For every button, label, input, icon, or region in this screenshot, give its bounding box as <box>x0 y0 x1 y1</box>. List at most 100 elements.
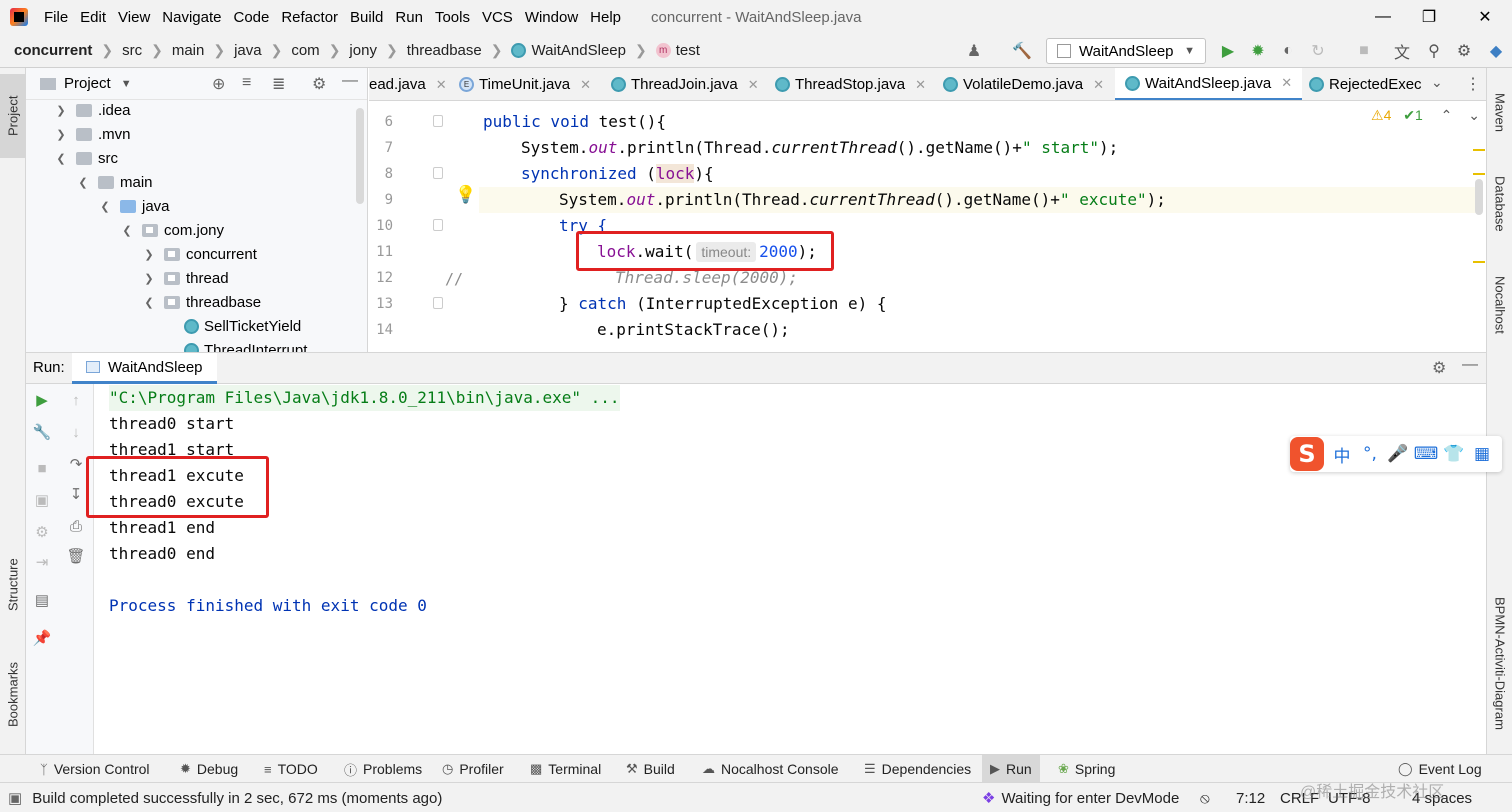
tool-spring[interactable]: ❀ Spring <box>1058 755 1115 783</box>
arrow-down-icon[interactable]: ↓ <box>66 422 86 442</box>
menu-vcs[interactable]: VCS <box>476 9 519 26</box>
close-tab-icon[interactable]: ✕ <box>436 77 447 93</box>
database-tool-tab[interactable]: Database <box>1487 164 1512 244</box>
tree-item-sellticketyield[interactable]: SellTicketYield <box>26 314 301 338</box>
skin-icon[interactable]: 👕 <box>1440 444 1468 464</box>
expand-all-icon[interactable]: ≡ <box>242 74 251 92</box>
breadcrumb-project[interactable]: concurrent <box>14 42 92 59</box>
tool-terminal[interactable]: ▩ Terminal <box>530 755 601 783</box>
keyboard-icon[interactable]: ⌨ <box>1412 444 1440 464</box>
inspection-widget[interactable]: ⚠4 ✔1 ⌃ ⌄ <box>1371 107 1480 124</box>
menu-navigate[interactable]: Navigate <box>156 9 227 26</box>
microphone-icon[interactable]: 🎤 <box>1384 444 1412 464</box>
fold-icon[interactable] <box>433 115 443 127</box>
menu-help[interactable]: Help <box>584 9 627 26</box>
menu-build[interactable]: Build <box>344 9 389 26</box>
stop-icon[interactable]: ■ <box>32 458 52 478</box>
project-scrollbar[interactable] <box>356 108 364 204</box>
tab-threadstop[interactable]: ThreadStop.java ✕ <box>775 68 926 100</box>
profile-icon[interactable]: ↻ <box>1308 41 1328 61</box>
tree-item-com-jony[interactable]: ❮ com.jony <box>26 218 224 242</box>
tab-thread-read[interactable]: ead.java ✕ <box>369 68 447 100</box>
wrench-icon[interactable]: 🔧 <box>32 422 52 442</box>
camera-icon[interactable]: ▣ <box>32 490 52 510</box>
menu-edit[interactable]: Edit <box>74 9 112 26</box>
translate-icon[interactable]: 文 <box>1392 41 1412 62</box>
gear-icon[interactable]: ⚙ <box>1454 41 1474 61</box>
scroll-to-end-icon[interactable]: ↧ <box>66 484 86 504</box>
ime-chinese-toggle[interactable]: 中 <box>1328 442 1356 467</box>
status-message[interactable]: ▣ Build completed successfully in 2 sec, … <box>8 783 442 812</box>
hide-panel-icon[interactable]: — <box>342 72 358 90</box>
soft-wrap-icon[interactable]: ↷ <box>66 454 86 474</box>
breadcrumb-com[interactable]: com <box>291 42 319 59</box>
close-tab-icon[interactable]: ✕ <box>748 77 759 93</box>
chevron-up-icon[interactable]: ⌃ <box>1441 107 1453 123</box>
error-stripe-mark[interactable] <box>1473 261 1485 263</box>
tree-item-java[interactable]: ❮ java <box>26 194 169 218</box>
locate-icon[interactable]: ⊕ <box>212 74 225 94</box>
tool-build[interactable]: ⚒ Build <box>626 755 675 783</box>
more-options-icon[interactable]: ⋮ <box>1465 74 1481 94</box>
tab-waitandsleep[interactable]: WaitAndSleep.java ✕ <box>1115 68 1303 100</box>
collapse-all-icon[interactable]: ≣ <box>272 74 285 94</box>
debug-icon[interactable]: ✹ <box>1248 41 1268 61</box>
menu-tools[interactable]: Tools <box>429 9 476 26</box>
caret-position[interactable]: 7:12 <box>1236 783 1265 812</box>
nocalhost-tool-tab[interactable]: Nocalhost <box>1487 258 1512 352</box>
tree-item-idea[interactable]: ❯ .idea <box>26 98 130 122</box>
close-tab-icon[interactable]: ✕ <box>1281 75 1292 91</box>
plugin-icon[interactable]: ◆ <box>1486 41 1506 61</box>
devmode-status[interactable]: ❖ Waiting for enter DevMode <box>982 783 1179 812</box>
fold-icon[interactable] <box>433 297 443 309</box>
tree-item-main[interactable]: ❮ main <box>26 170 152 194</box>
hammer-build-icon[interactable]: 🔨 <box>1012 41 1032 61</box>
tool-run[interactable]: ▶ Run <box>982 755 1040 783</box>
project-tool-tab[interactable]: Project <box>0 74 26 158</box>
breadcrumb-class[interactable]: WaitAndSleep <box>511 42 626 59</box>
breadcrumb-main[interactable]: main <box>172 42 205 59</box>
breadcrumb-threadbase[interactable]: threadbase <box>407 42 482 59</box>
ime-punctuation[interactable]: °, <box>1356 444 1384 464</box>
search-icon[interactable]: ⚲ <box>1424 41 1444 61</box>
layout-icon[interactable]: ▤ <box>32 590 52 610</box>
breadcrumb-src[interactable]: src <box>122 42 142 59</box>
chevron-down-icon[interactable]: ▼ <box>121 78 132 90</box>
menu-code[interactable]: Code <box>227 9 275 26</box>
project-panel-title[interactable]: Project <box>64 75 111 92</box>
restore-icon[interactable]: ❐ <box>1404 0 1454 34</box>
breadcrumb-java[interactable]: java <box>234 42 262 59</box>
tool-version-control[interactable]: ᛉ Version Control <box>40 755 150 783</box>
coverage-icon[interactable]: ◐ <box>1278 41 1298 61</box>
tab-rejectedexec[interactable]: RejectedExec <box>1309 68 1422 100</box>
tool-nocalhost-console[interactable]: ☁ Nocalhost Console <box>702 755 839 783</box>
gear-icon[interactable]: ⚙ <box>1432 358 1446 378</box>
run-icon[interactable]: ▶ <box>1218 41 1238 61</box>
code-editor[interactable]: 6 7 8 9 10 11 12 13 14 💡 // public void … <box>369 101 1486 352</box>
tool-dependencies[interactable]: ☰ Dependencies <box>864 755 971 783</box>
tree-item-thread[interactable]: ❯ thread <box>26 266 228 290</box>
close-icon[interactable]: ✕ <box>1460 0 1510 34</box>
tree-item-src[interactable]: ❮ src <box>26 146 118 170</box>
tool-profiler[interactable]: ◷ Profiler <box>442 755 504 783</box>
tree-item-mvn[interactable]: ❯ .mvn <box>26 122 130 146</box>
stop-icon[interactable]: ■ <box>1354 41 1374 61</box>
arrow-up-icon[interactable]: ↑ <box>66 390 86 410</box>
gear-icon[interactable]: ⚙ <box>312 74 326 94</box>
menu-refactor[interactable]: Refactor <box>275 9 344 26</box>
menu-file[interactable]: File <box>38 9 74 26</box>
editor-scrollbar[interactable] <box>1475 179 1483 215</box>
minimize-icon[interactable]: — <box>1358 0 1408 34</box>
lightbulb-icon[interactable]: 💡 <box>455 185 476 205</box>
run-tab-waitandsleep[interactable]: WaitAndSleep <box>72 353 217 384</box>
power-save-icon[interactable]: ⦸ <box>1200 783 1210 812</box>
menu-view[interactable]: View <box>112 9 156 26</box>
bookmarks-tool-tab[interactable]: Bookmarks <box>0 644 26 744</box>
close-tab-icon[interactable]: ✕ <box>1093 77 1104 93</box>
menu-window[interactable]: Window <box>519 9 584 26</box>
close-tab-icon[interactable]: ✕ <box>580 77 591 93</box>
menu-run[interactable]: Run <box>389 9 429 26</box>
error-stripe-mark[interactable] <box>1473 173 1485 175</box>
close-tab-icon[interactable]: ✕ <box>915 77 926 93</box>
maven-tool-tab[interactable]: Maven <box>1487 78 1512 148</box>
